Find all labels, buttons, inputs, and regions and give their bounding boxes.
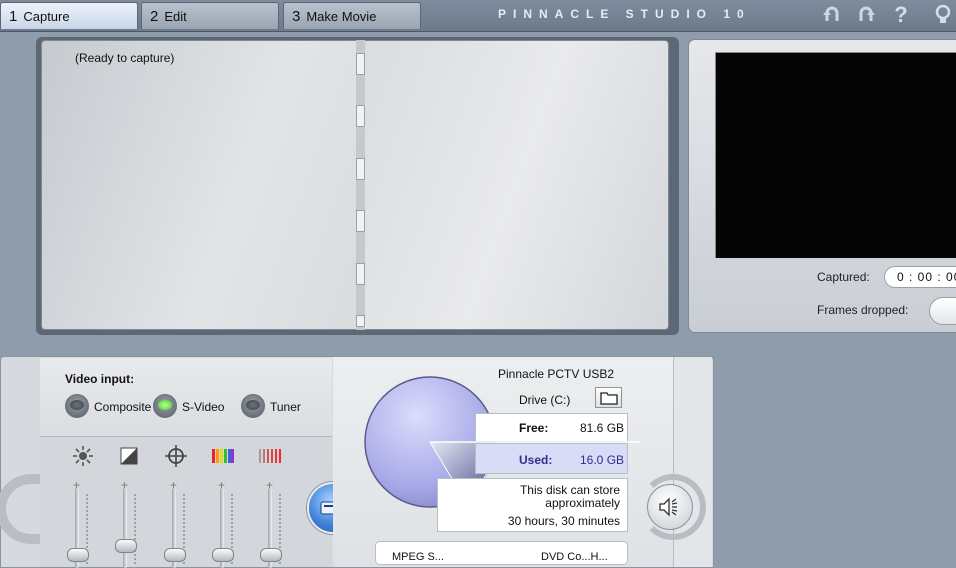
undo-icon[interactable]	[819, 3, 845, 27]
tab-edit[interactable]: 2 Edit	[141, 2, 279, 29]
saturation-icon	[259, 446, 281, 466]
tab-number: 1	[9, 7, 18, 25]
lightbulb-icon[interactable]	[930, 3, 956, 27]
brightness-icon	[72, 446, 94, 466]
capacity-line: This disk can store	[519, 483, 620, 497]
help-icon[interactable]: ?	[888, 2, 914, 27]
album-ring	[356, 105, 365, 127]
album-ring	[356, 158, 365, 180]
tab-label: Make Movie	[306, 8, 377, 24]
album-spine	[356, 40, 365, 330]
tab-label: Capture	[23, 8, 70, 24]
sharpness-icon	[165, 445, 187, 467]
slider-handle[interactable]	[260, 548, 282, 562]
capture-device-name: Pinnacle PCTV USB2	[498, 367, 615, 381]
folder-icon[interactable]	[595, 387, 622, 408]
app-title: PINNACLE STUDIO 10	[498, 7, 751, 21]
radio-tuner-label: Tuner	[270, 400, 301, 414]
slider-scale	[134, 494, 138, 564]
scene-album: (Ready to capture)	[36, 37, 679, 335]
audio-settings-button[interactable]	[647, 484, 693, 530]
contrast-slider[interactable]	[123, 488, 127, 568]
redo-icon[interactable]	[853, 3, 879, 27]
hue-icon	[212, 446, 234, 466]
slider-handle[interactable]	[67, 548, 89, 562]
capacity-duration: 30 hours, 30 minutes	[507, 514, 620, 528]
tab-make-movie[interactable]: 3 Make Movie	[283, 2, 421, 29]
capture-preset-label: DVD Co...H...	[541, 551, 608, 563]
contrast-icon	[118, 446, 140, 466]
speaker-icon	[659, 497, 678, 517]
frames-dropped-counter	[929, 297, 956, 325]
free-label: Free:	[519, 421, 549, 435]
radio-composite-label: Composite	[94, 400, 152, 414]
radio-s-video[interactable]	[153, 394, 177, 418]
album-status: (Ready to capture)	[75, 51, 175, 65]
tab-label: Edit	[164, 8, 187, 24]
video-preview	[715, 52, 956, 258]
album-page-left[interactable]: (Ready to capture)	[41, 40, 359, 330]
radio-tuner[interactable]	[241, 394, 265, 418]
radio-s-video-label: S-Video	[182, 400, 225, 414]
album-page-right[interactable]	[363, 40, 669, 330]
album-ring	[356, 315, 365, 327]
tab-number: 3	[292, 7, 301, 25]
slider-handle[interactable]	[164, 548, 186, 562]
captured-label: Captured:	[817, 270, 870, 284]
album-ring	[356, 53, 365, 75]
pie-leader-line	[430, 441, 640, 443]
capture-format-label: MPEG S...	[392, 551, 444, 563]
tab-number: 2	[150, 7, 159, 25]
drive-label: Drive (C:)	[519, 393, 571, 407]
free-value: 81.6 GB	[580, 421, 625, 435]
panel-left-arc	[0, 474, 42, 544]
used-label: Used:	[519, 453, 553, 467]
used-value: 16.0 GB	[580, 453, 625, 467]
slider-handle[interactable]	[115, 539, 137, 554]
captured-counter: 0 : 00 : 00.	[884, 266, 956, 288]
radio-composite[interactable]	[65, 394, 89, 418]
album-ring	[356, 210, 365, 232]
capacity-line: approximately	[545, 496, 620, 510]
frames-dropped-label: Frames dropped:	[817, 303, 909, 317]
album-ring	[356, 263, 365, 285]
player-panel: Captured: 0 : 00 : 00. Frames dropped:	[688, 39, 956, 333]
slider-handle[interactable]	[212, 548, 234, 562]
tab-capture[interactable]: 1 Capture	[0, 2, 138, 29]
video-input-label: Video input:	[65, 372, 135, 386]
